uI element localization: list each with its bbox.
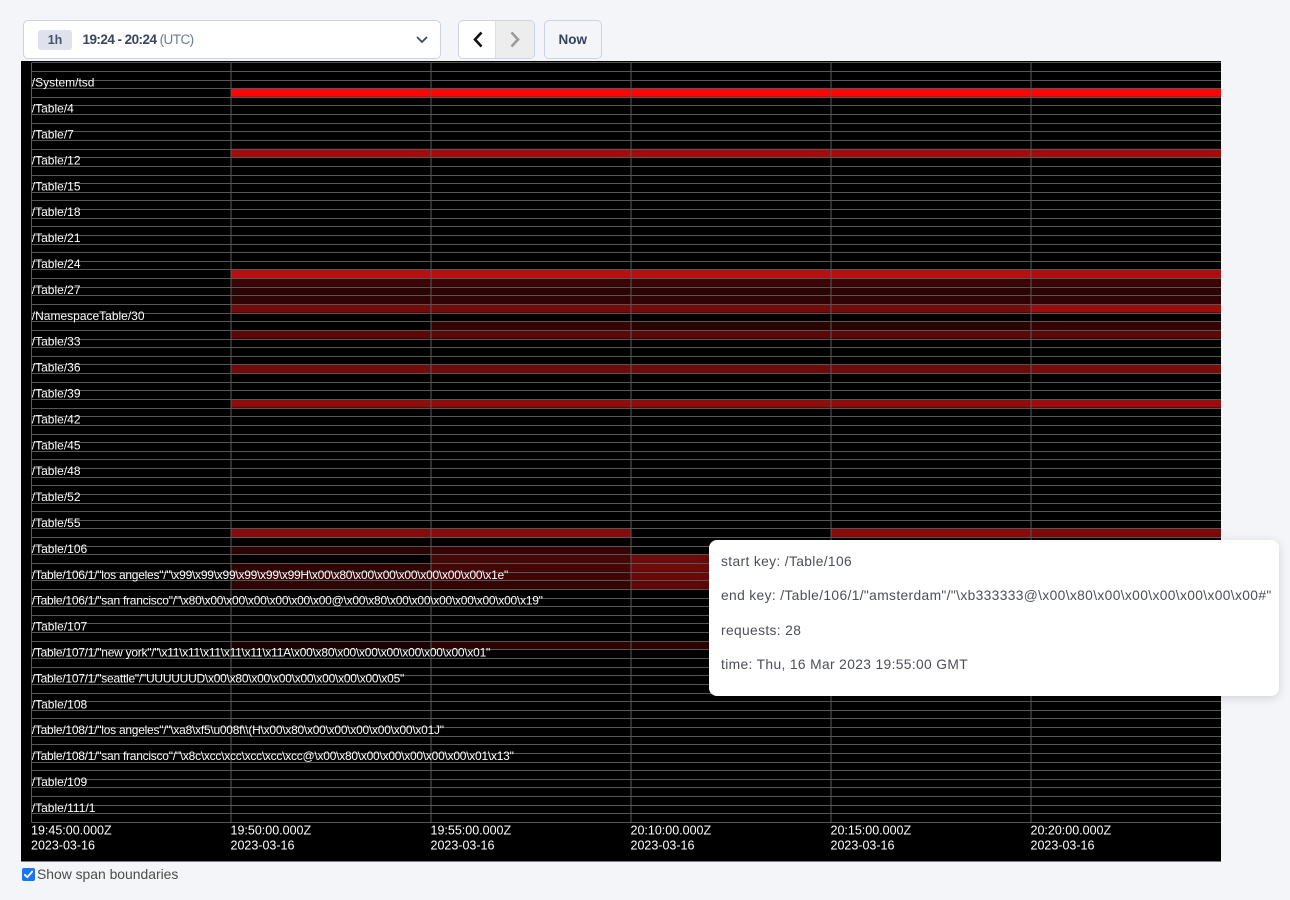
svg-text:2023-03-16: 2023-03-16 <box>831 839 895 853</box>
svg-text:/Table/48: /Table/48 <box>32 464 81 478</box>
svg-text:/Table/36: /Table/36 <box>32 361 81 375</box>
svg-text:20:15:00.000Z: 20:15:00.000Z <box>831 824 912 838</box>
svg-text:/Table/108/1/"los angeles"/"\x: /Table/108/1/"los angeles"/"\xa8\xf5\u00… <box>32 723 444 737</box>
svg-text:/Table/45: /Table/45 <box>32 438 81 452</box>
svg-text:19:45:00.000Z: 19:45:00.000Z <box>31 824 112 838</box>
svg-text:/Table/24: /Table/24 <box>32 257 81 271</box>
svg-text:/Table/33: /Table/33 <box>32 335 81 349</box>
svg-text:/System/tsd: /System/tsd <box>32 76 95 90</box>
svg-text:/Table/18: /Table/18 <box>32 205 81 219</box>
svg-text:2023-03-16: 2023-03-16 <box>31 839 95 853</box>
svg-text:20:20:00.000Z: 20:20:00.000Z <box>1031 824 1112 838</box>
svg-text:20:10:00.000Z: 20:10:00.000Z <box>631 824 712 838</box>
svg-text:/Table/107/1/"seattle"/"UUUUUU: /Table/107/1/"seattle"/"UUUUUUD\x00\x80\… <box>32 671 404 685</box>
svg-text:/Table/42: /Table/42 <box>32 412 81 426</box>
svg-text:2023-03-16: 2023-03-16 <box>631 839 695 853</box>
svg-text:/Table/27: /Table/27 <box>32 283 81 297</box>
svg-text:/Table/107/1/"new york"/"\x11\: /Table/107/1/"new york"/"\x11\x11\x11\x1… <box>32 646 490 660</box>
svg-text:/Table/12: /Table/12 <box>32 153 81 167</box>
svg-text:/Table/109: /Table/109 <box>32 775 88 789</box>
svg-text:19:55:00.000Z: 19:55:00.000Z <box>431 824 512 838</box>
svg-text:/Table/108/1/"san francisco"/": /Table/108/1/"san francisco"/"\x8c\xcc\x… <box>32 749 514 763</box>
svg-text:/NamespaceTable/30: /NamespaceTable/30 <box>32 309 145 323</box>
svg-text:/Table/108: /Table/108 <box>32 697 88 711</box>
svg-text:/Table/21: /Table/21 <box>32 231 81 245</box>
svg-text:2023-03-16: 2023-03-16 <box>1031 839 1095 853</box>
svg-text:/Table/52: /Table/52 <box>32 490 81 504</box>
svg-text:2023-03-16: 2023-03-16 <box>231 839 295 853</box>
svg-text:/Table/107: /Table/107 <box>32 620 88 634</box>
svg-text:/Table/106: /Table/106 <box>32 542 88 556</box>
svg-text:2023-03-16: 2023-03-16 <box>431 839 495 853</box>
svg-text:19:50:00.000Z: 19:50:00.000Z <box>231 824 312 838</box>
svg-text:/Table/111/1: /Table/111/1 <box>32 801 96 815</box>
svg-text:/Table/15: /Table/15 <box>32 179 81 193</box>
svg-text:/Table/4: /Table/4 <box>32 102 74 116</box>
svg-text:/Table/106/1/"los angeles"/"\x: /Table/106/1/"los angeles"/"\x99\x99\x99… <box>32 568 508 582</box>
svg-text:/Table/106/1/"san francisco"/": /Table/106/1/"san francisco"/"\x80\x00\x… <box>32 594 543 608</box>
svg-text:/Table/55: /Table/55 <box>32 516 81 530</box>
svg-text:/Table/7: /Table/7 <box>32 128 74 142</box>
svg-text:/Table/39: /Table/39 <box>32 387 81 401</box>
